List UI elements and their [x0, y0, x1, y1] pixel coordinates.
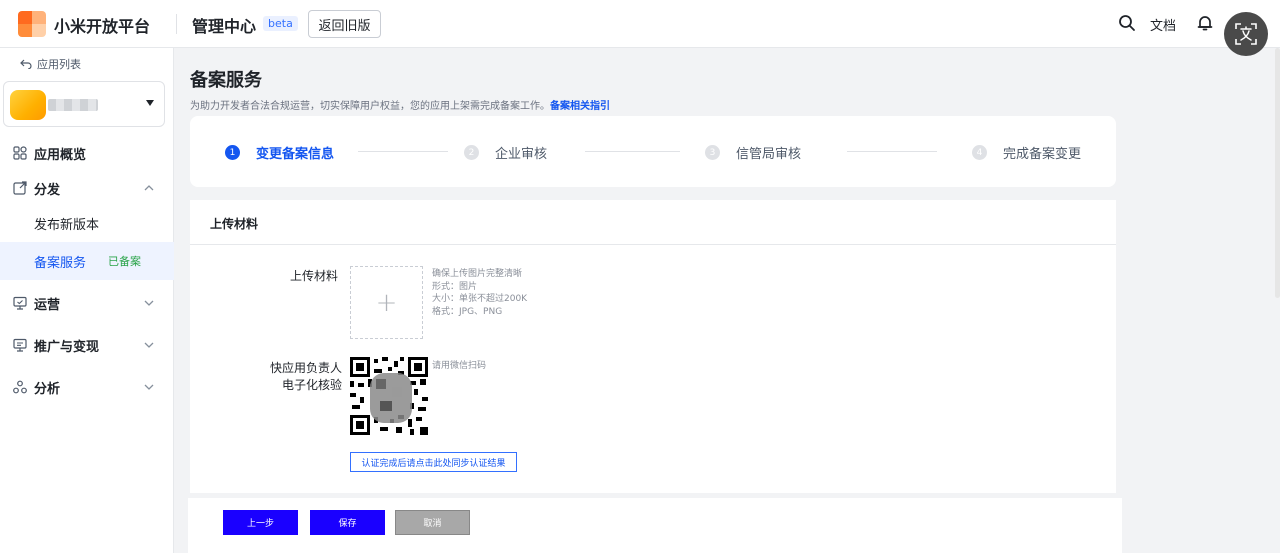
chevron-down-icon: [144, 342, 154, 348]
brand-logo-icon[interactable]: [18, 11, 46, 37]
step-4: 4 完成备案变更: [972, 143, 1081, 162]
form-section-title: 上传材料: [210, 217, 259, 231]
upload-form-card: 上传材料 上传材料 + 确保上传图片完整清晰 形式：图片 大小：单张不超过200…: [190, 200, 1116, 493]
analysis-icon: [13, 380, 27, 394]
sidebar-item-filing-service[interactable]: 备案服务 已备案: [0, 242, 174, 280]
upload-hint-line: 确保上传图片完整清晰: [432, 269, 523, 279]
step-label: 信管局审核: [736, 147, 802, 162]
step-label: 变更备案信息: [256, 147, 335, 162]
app-name-redacted: [48, 99, 98, 111]
form-card-header: 上传材料: [190, 200, 1116, 245]
steps-progress: 1 变更备案信息 2 企业审核 3 信管局审核 4 完成备案变更: [190, 116, 1116, 187]
promo-icon: [13, 338, 27, 352]
page-description: 为助力开发者合法合规运营，切实保障用户权益，您的应用上架需完成备案工作。备案相关…: [190, 97, 610, 112]
old-version-button[interactable]: 返回旧版: [308, 10, 381, 38]
upload-dropzone[interactable]: +: [350, 266, 423, 339]
nav-promotion-monetization[interactable]: 推广与变现: [0, 326, 174, 364]
section-title: 管理中心: [192, 17, 257, 36]
step-number: 2: [464, 145, 479, 160]
step-2: 2 企业审核: [464, 143, 547, 162]
chevron-down-icon: [144, 300, 154, 306]
beta-badge: beta: [263, 16, 298, 31]
filing-guide-link[interactable]: 备案相关指引: [550, 101, 610, 112]
nav-label: 运营: [34, 297, 61, 313]
verify-field-label: 快应用负责人 电子化核验: [270, 360, 342, 394]
prev-step-button[interactable]: 上一步: [223, 510, 298, 535]
chevron-down-icon: [144, 384, 154, 390]
qr-hint: 请用微信扫码: [432, 361, 487, 371]
top-bar: 小米开放平台 管理中心 beta 返回旧版 文档: [0, 0, 1280, 48]
verify-label-line: 电子化核验: [282, 378, 343, 392]
footer-actions: 上一步 保存 取消: [188, 498, 1122, 553]
chevron-up-icon: [144, 185, 154, 191]
sub-item-label: 发布新版本: [34, 217, 100, 233]
step-connector: [358, 151, 448, 152]
app-icon: [10, 90, 46, 120]
nav-distribution[interactable]: 分发: [0, 169, 174, 207]
step-label: 完成备案变更: [1003, 147, 1082, 162]
upload-hint-line: 格式：JPG、PNG: [432, 306, 503, 317]
nav-label: 分析: [34, 381, 61, 397]
nav-operations[interactable]: 运营: [0, 284, 174, 322]
back-to-app-list[interactable]: 应用列表: [20, 56, 81, 72]
plus-icon: +: [375, 287, 398, 318]
verify-label-line: 快应用负责人: [270, 361, 343, 375]
step-connector: [585, 151, 680, 152]
translate-icon: [1235, 23, 1257, 45]
monitor-icon: [13, 296, 27, 310]
upload-field-label: 上传材料: [290, 269, 339, 283]
step-connector: [847, 151, 937, 152]
back-arrow-icon: [20, 59, 32, 69]
docs-link[interactable]: 文档: [1150, 15, 1176, 34]
nav-app-overview[interactable]: 应用概览: [0, 134, 174, 172]
nav-label: 应用概览: [34, 147, 87, 163]
translate-button[interactable]: [1224, 12, 1268, 56]
nav-label: 分发: [34, 182, 61, 198]
nav-label: 推广与变现: [34, 339, 100, 355]
step-number: 1: [225, 145, 240, 160]
page-title: 备案服务: [190, 70, 262, 91]
cancel-button[interactable]: 取消: [395, 510, 470, 535]
upload-hint-line: 形式：图片: [432, 281, 478, 292]
grid-icon: [13, 146, 27, 160]
header-divider: [176, 14, 177, 34]
sidebar-item-publish-version[interactable]: 发布新版本: [0, 204, 174, 242]
step-1: 1 变更备案信息: [225, 143, 334, 162]
sync-verification-button[interactable]: 认证完成后请点击此处同步认证结果: [350, 452, 517, 472]
step-3: 3 信管局审核: [705, 143, 801, 162]
step-number: 3: [705, 145, 720, 160]
step-label: 企业审核: [495, 147, 548, 162]
sidebar: 应用列表 应用概览 分发 发布新版本 备案服务 已备案 运营 推广与变现 分析: [0, 48, 174, 553]
app-selector[interactable]: [3, 81, 165, 127]
filed-status-badge: 已备案: [108, 255, 141, 268]
search-icon[interactable]: [1118, 14, 1136, 32]
nav-analysis[interactable]: 分析: [0, 368, 174, 406]
brand-name[interactable]: 小米开放平台: [54, 13, 150, 37]
save-button[interactable]: 保存: [310, 510, 385, 535]
step-number: 4: [972, 145, 987, 160]
description-text: 为助力开发者合法合规运营，切实保障用户权益，您的应用上架需完成备案工作。: [190, 101, 550, 112]
sub-item-label: 备案服务: [34, 255, 87, 271]
wechat-qr-code[interactable]: [350, 357, 428, 435]
caret-down-icon: [146, 100, 154, 106]
upload-hint-line: 大小：单张不超过200K: [432, 294, 528, 304]
external-link-icon: [13, 181, 27, 195]
bell-icon[interactable]: [1196, 14, 1214, 32]
back-link-label: 应用列表: [37, 58, 81, 71]
upload-hints: 确保上传图片完整清晰 形式：图片 大小：单张不超过200K 格式：JPG、PNG: [432, 268, 527, 318]
page-scrollbar[interactable]: [1275, 48, 1280, 298]
